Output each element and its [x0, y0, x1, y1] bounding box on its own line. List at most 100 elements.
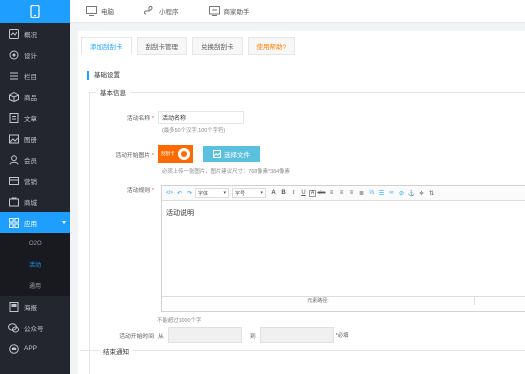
- undo-icon[interactable]: ↶: [175, 188, 184, 198]
- sidebar-item-label: 商品: [24, 94, 37, 102]
- user-icon: [8, 154, 19, 165]
- paragraph-spacing-icon[interactable]: ⇅: [427, 188, 436, 198]
- end-notice-fieldset: 结束通知: [80, 349, 525, 361]
- upload-icon: [213, 150, 221, 158]
- font-family-label: 字体: [198, 190, 209, 197]
- font-family-select[interactable]: 字体 ▾: [195, 188, 229, 198]
- editor-footer: 元素路径:: [162, 296, 525, 305]
- anchor-icon[interactable]: ⚓: [407, 188, 416, 198]
- upload-button-label: 选择文件: [224, 152, 250, 159]
- tab-add-scratch-card[interactable]: 添加刮刮卡: [81, 37, 132, 55]
- sidebar-item-label: 概况: [24, 31, 37, 39]
- sidebar-submenu: O2O 活动 通用: [0, 233, 70, 296]
- limit-hint: 不能超过1000个字: [157, 318, 202, 324]
- sidebar-item-label: 应用: [24, 220, 37, 228]
- name-row: 活动名称 * 活动名称: [90, 111, 244, 124]
- end-time-input[interactable]: [259, 327, 334, 343]
- scratch-card-icon: [178, 148, 190, 160]
- topbar-item-label: 商家助手: [223, 9, 250, 16]
- rich-text-editor[interactable]: </> ↶ ↷ 字体 ▾ 字号 ▾ A B I U A abc ≡ ≡ ≡ ≣ ⅓: [161, 185, 525, 312]
- chevron-down-icon: ▾: [223, 190, 226, 196]
- desc-row: 活动规则 *: [90, 185, 158, 194]
- android-icon: [8, 343, 19, 354]
- marketing-icon: [8, 175, 19, 186]
- sidebar-item-label: 营销: [24, 178, 37, 186]
- html-source-icon[interactable]: </>: [165, 188, 174, 198]
- underline-icon[interactable]: U: [299, 188, 308, 198]
- font-color-icon[interactable]: A: [269, 188, 278, 198]
- ordered-list-icon[interactable]: ⅓: [367, 188, 376, 198]
- sidebar-item-apps[interactable]: 应用: [0, 212, 70, 233]
- mobile-phone-icon[interactable]: [0, 0, 70, 23]
- name-hint-row: (最多50个汉字,100个字符): [162, 126, 225, 134]
- limit-hint-row: 不能超过1000个字: [157, 316, 201, 324]
- poster-icon: [8, 301, 19, 312]
- redo-icon[interactable]: ↷: [185, 188, 194, 198]
- editor-body[interactable]: 活动说明: [162, 201, 525, 296]
- main-content: 添加刮刮卡 刮刮卡管理 兑换刮刮卡 使用帮助? 基础设置 基本信息 活动名称 *…: [70, 23, 525, 374]
- sidebar-item-label: 图册: [24, 136, 37, 144]
- sidebar-item-label: 栏目: [24, 73, 37, 81]
- image-hint: 必须上传一张图片，图片建议尺寸：768像素*384像素: [162, 169, 290, 175]
- sidebar-item-label: APP: [24, 345, 38, 352]
- wechat-icon: [8, 322, 19, 333]
- line-height-icon[interactable]: ≑: [417, 188, 426, 198]
- sidebar-subitem-activity[interactable]: 活动: [0, 254, 70, 275]
- sidebar-item-overview[interactable]: 概况: [0, 23, 70, 44]
- thumb-label: 刮刮卡: [161, 151, 175, 156]
- sidebar-item-label: 商城: [24, 199, 37, 207]
- background-color-icon[interactable]: A: [309, 189, 316, 197]
- start-time-input[interactable]: [167, 327, 242, 343]
- list-icon: [8, 70, 19, 81]
- content-panel: 添加刮刮卡 刮刮卡管理 兑换刮刮卡 使用帮助? 基础设置 基本信息 活动名称 *…: [78, 31, 525, 374]
- chevron-down-icon: ▾: [260, 190, 263, 196]
- tab-help[interactable]: 使用帮助?: [247, 37, 296, 55]
- tab-redeem-scratch-card[interactable]: 兑换刮刮卡: [192, 37, 243, 55]
- unordered-list-icon[interactable]: ☰: [377, 188, 386, 198]
- sidebar: 概况 设计 栏目 商品 文章 图册 会员 营销 商城 应用 O2O 活动 通用: [0, 0, 70, 374]
- sidebar-subitem-o2o[interactable]: O2O: [0, 233, 70, 254]
- align-left-icon[interactable]: ≡: [327, 188, 336, 198]
- tab-bar: 添加刮刮卡 刮刮卡管理 兑换刮刮卡 使用帮助?: [81, 35, 525, 55]
- article-icon: [8, 112, 19, 123]
- time-required-hint: *必填: [335, 333, 349, 339]
- time-to-label: 到: [249, 333, 256, 340]
- time-row: 活动开始时间 从 到 *必填: [90, 327, 349, 343]
- top-bar: 电脑 小程序 商家助手: [70, 0, 525, 23]
- bold-icon[interactable]: B: [279, 188, 288, 198]
- apps-icon: [8, 217, 19, 228]
- tab-scratch-card-manage[interactable]: 刮刮卡管理: [136, 37, 187, 55]
- align-justify-icon[interactable]: ≣: [357, 188, 366, 198]
- topbar-item-merchant[interactable]: 商家助手: [208, 6, 250, 17]
- activity-name-input[interactable]: 活动名称: [158, 111, 244, 124]
- sidebar-item-wechat[interactable]: 公众号: [0, 317, 70, 338]
- merchant-icon: [208, 6, 220, 17]
- topbar-item-pc[interactable]: 电脑: [86, 6, 114, 17]
- align-right-icon[interactable]: ≡: [347, 188, 356, 198]
- topbar-item-mini-program[interactable]: 小程序: [144, 6, 179, 17]
- link-icon[interactable]: ∞: [387, 188, 396, 198]
- sidebar-item-products[interactable]: 商品: [0, 86, 70, 107]
- sidebar-item-marketing[interactable]: 营销: [0, 170, 70, 191]
- sidebar-item-gallery[interactable]: 图册: [0, 128, 70, 149]
- cube-icon: [8, 91, 19, 102]
- sidebar-item-articles[interactable]: 文章: [0, 107, 70, 128]
- sidebar-item-columns[interactable]: 栏目: [0, 65, 70, 86]
- font-size-select[interactable]: 字号 ▾: [232, 188, 266, 198]
- image-hint-row: 必须上传一张图片，图片建议尺寸：768像素*384像素: [162, 167, 290, 175]
- sidebar-subitem-general[interactable]: 通用: [0, 275, 70, 296]
- align-center-icon[interactable]: ≡: [337, 188, 346, 198]
- sidebar-item-app[interactable]: APP: [0, 338, 70, 359]
- sidebar-item-shop[interactable]: 商城: [0, 191, 70, 212]
- sidebar-item-label: 海报: [24, 304, 37, 312]
- italic-icon[interactable]: I: [289, 188, 298, 198]
- strikethrough-icon[interactable]: abc: [317, 188, 326, 198]
- sidebar-item-design[interactable]: 设计: [0, 44, 70, 65]
- sidebar-item-members[interactable]: 会员: [0, 149, 70, 170]
- sidebar-item-poster[interactable]: 海报: [0, 296, 70, 317]
- font-size-label: 字号: [235, 190, 246, 197]
- name-hint: (最多50个汉字,100个字符): [162, 128, 226, 134]
- unlink-icon[interactable]: ⊘: [397, 188, 406, 198]
- upload-button[interactable]: 选择文件: [203, 146, 260, 162]
- topbar-item-label: 电脑: [101, 9, 114, 16]
